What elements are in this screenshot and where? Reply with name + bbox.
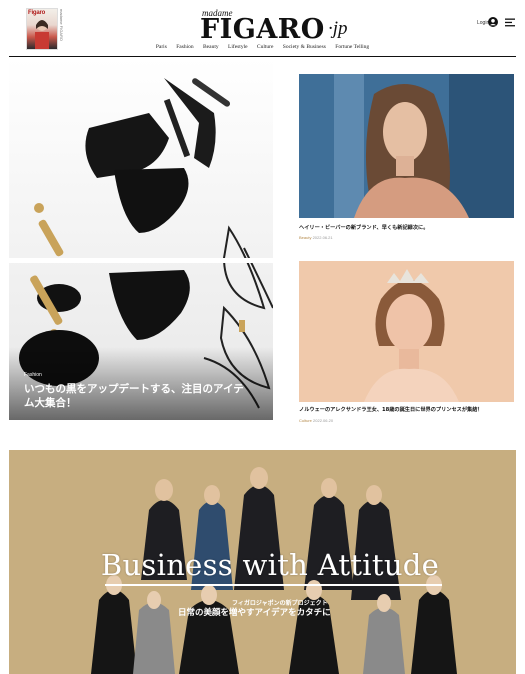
article-meta-2: Culture 2022.06.20 xyxy=(299,418,333,423)
feature-title-line2: ム大集合！ xyxy=(24,397,77,409)
nav-item-paris[interactable]: Paris xyxy=(156,44,167,50)
feature-title[interactable]: いつもの黒をアップデートする、注目のアイテ ム大集合！ xyxy=(24,382,254,410)
site-logo[interactable]: madame FIGARO ·jp xyxy=(200,8,350,45)
site-header: Figaro madame FIGARO madame FIGARO ·jp L… xyxy=(0,0,525,57)
banner-title[interactable]: Business with Attitude xyxy=(0,548,525,582)
user-icon[interactable] xyxy=(488,17,498,27)
article-image-princess[interactable] xyxy=(299,261,514,402)
article-date-2: 2022.06.20 xyxy=(313,418,334,423)
feature-category: Fashion xyxy=(24,372,42,378)
feature-article-image[interactable] xyxy=(9,58,273,420)
portrait-woman-graphic xyxy=(299,74,514,218)
logo-figaro-text: FIGARO xyxy=(200,14,325,45)
article-title-2[interactable]: ノルウェーのアレクサンドラ王女、18歳の誕生日に世界のプリンセスが集結！ xyxy=(299,406,514,413)
nav-item-lifestyle[interactable]: Lifestyle xyxy=(228,44,248,50)
nav-item-fashion[interactable]: Fashion xyxy=(176,44,193,50)
banner-underline xyxy=(105,584,442,586)
article-meta-1: Beauty 2022.06.21 xyxy=(299,235,333,240)
header-divider xyxy=(9,56,516,57)
article-date-1: 2022.06.21 xyxy=(312,235,333,240)
nav-item-fortune-telling[interactable]: Fortune Telling xyxy=(335,44,369,50)
logo-jp-text: ·jp xyxy=(328,18,348,39)
article-category-1: Beauty xyxy=(299,235,312,240)
nav-item-society-business[interactable]: Society & Business xyxy=(283,44,326,50)
main-nav: Paris Fashion Beauty Lifestyle Culture S… xyxy=(0,44,525,56)
article-category-2: Culture xyxy=(299,418,312,423)
cover-figure-graphic xyxy=(35,20,49,49)
black-lingerie-accessories-graphic xyxy=(9,58,273,420)
menu-icon[interactable] xyxy=(505,18,515,27)
feature-caption[interactable]: Fashion いつもの黒をアップデートする、注目のアイテ ム大集合！ xyxy=(24,372,254,410)
article-image-hailey[interactable] xyxy=(299,74,514,218)
article-title-1[interactable]: ヘイリー・ビーバーの新ブランド、早くも新記録次に。 xyxy=(299,224,514,231)
nav-item-culture[interactable]: Culture xyxy=(257,44,274,50)
feature-title-line1: いつもの黒をアップデートする、注目のアイテ xyxy=(24,383,244,395)
banner-copy: 日常の美顔を増やすアイデアをカタチに xyxy=(178,608,331,618)
nav-item-beauty[interactable]: Beauty xyxy=(203,44,219,50)
portrait-princess-graphic xyxy=(299,261,514,402)
magazine-thumb-side-text: madame FIGARO xyxy=(59,9,64,42)
